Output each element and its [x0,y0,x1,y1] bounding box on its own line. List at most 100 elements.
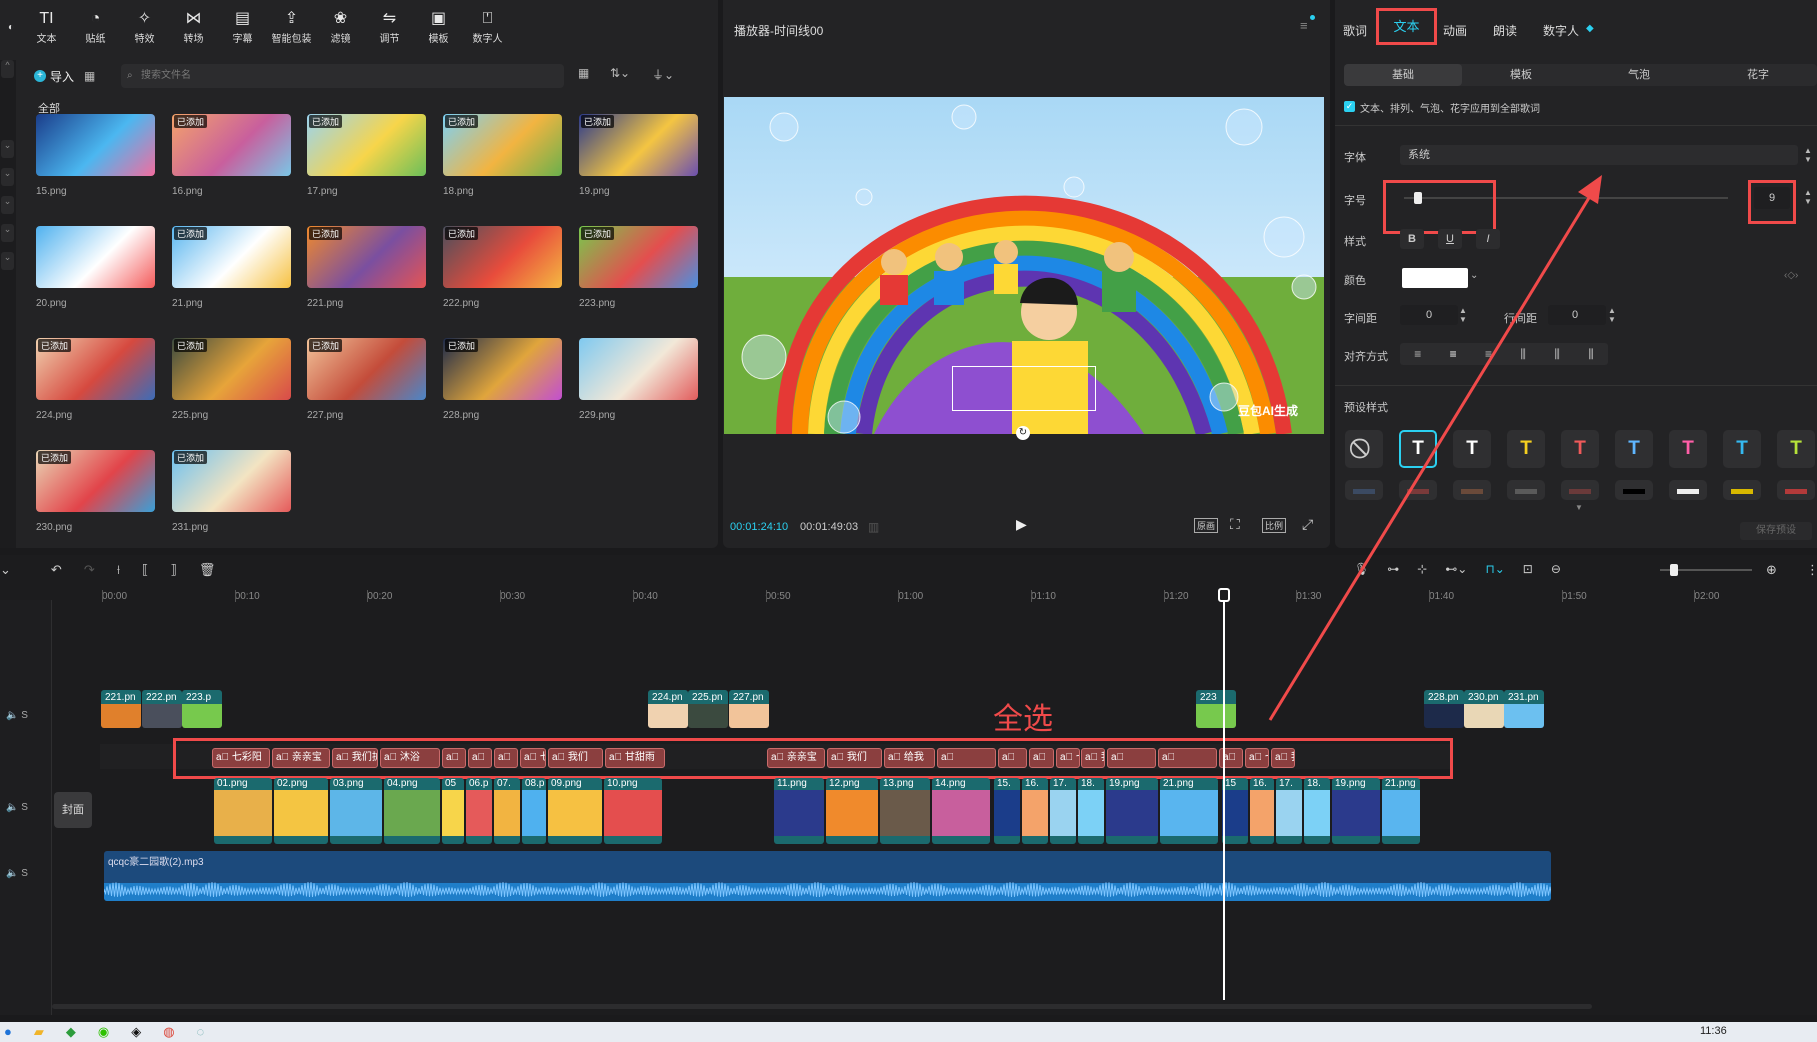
toolbar-item[interactable]: ◔ 贴纸 [71,0,120,54]
zoom-in-icon[interactable]: ⊕ [1766,562,1777,578]
media-thumbnail[interactable] [36,226,155,288]
toolbar-item[interactable]: ▤ 字幕 [218,0,267,54]
toolbar-edge-item[interactable]: ◐ [0,0,22,54]
preset-style-option[interactable] [1777,480,1815,500]
more-icon[interactable]: ⋮ [1806,562,1817,578]
media-thumbnail[interactable]: 已添加 [307,338,426,400]
search-input[interactable]: ⌕ 搜索文件名 [121,64,564,88]
media-thumbnail[interactable]: 已添加 [307,114,426,176]
horizontal-scrollbar[interactable] [52,1004,1592,1009]
app-icon[interactable]: ◆ [66,1024,76,1040]
chrome-icon[interactable]: ◍ [163,1024,174,1040]
toolbar-item[interactable]: ▣ 模板 [414,0,463,54]
grid-icon[interactable]: ▦ [84,69,95,83]
rotate-handle-icon[interactable]: ↻ [1016,426,1030,440]
track-s-label[interactable]: S [21,868,28,879]
zoom-slider-handle[interactable] [1670,564,1678,576]
preset-style-option[interactable]: T [1723,430,1761,468]
subtab-template[interactable]: 模板 [1462,64,1580,86]
preset-style-option[interactable]: T [1615,430,1653,468]
tab-text[interactable]: 文本 [1376,8,1437,45]
volume-icon[interactable]: 🔈 [6,710,18,721]
playhead[interactable] [1218,588,1230,1000]
toolbar-item[interactable]: ❀ 滤镜 [316,0,365,54]
split-icon[interactable]: ⟊ [117,562,120,578]
side-chevron-icon[interactable]: ⌄ [1,252,14,270]
volume-icon[interactable]: 🔈 [6,868,18,879]
font-stepper-icon[interactable]: ▲ ▼ [1804,146,1812,164]
filter-icon[interactable]: ⏚⌄ [652,66,674,83]
preset-style-option[interactable] [1723,480,1761,500]
undo-icon[interactable]: ↶ [51,562,62,578]
subtab-basic[interactable]: 基础 [1344,64,1462,86]
preset-style-option[interactable]: T [1669,430,1707,468]
original-quality-button[interactable]: 原画 [1194,518,1219,533]
wechat-icon[interactable]: ◉ [98,1024,109,1040]
media-thumbnail[interactable]: 已添加 [36,338,155,400]
split-left-icon[interactable]: ⟦ [142,562,148,578]
folder-icon[interactable]: ▰ [34,1024,44,1040]
cover-button[interactable]: 封面 [54,792,92,828]
media-thumbnail[interactable]: 已添加 [172,114,291,176]
playhead-handle[interactable] [1218,588,1230,602]
toolbar-item[interactable]: ⋈ 转场 [169,0,218,54]
tab-digital-human[interactable]: 数字人 [1543,22,1579,39]
media-thumbnail[interactable]: 已添加 [443,114,562,176]
toolbar-item[interactable]: ✧ 特效 [120,0,169,54]
media-thumbnail[interactable]: 已添加 [579,114,698,176]
media-thumbnail[interactable]: 已添加 [443,338,562,400]
media-thumbnail[interactable]: 已添加 [172,338,291,400]
play-button[interactable]: ▶ [1016,516,1027,533]
media-thumbnail[interactable]: 已添加 [443,226,562,288]
media-thumbnail[interactable] [579,338,698,400]
toolbar-item[interactable]: ⇪ 智能包装 [267,0,316,54]
subtab-flower-text[interactable]: 花字 [1699,64,1817,86]
side-chevron-icon[interactable]: ⌄ [1,224,14,242]
redo-icon[interactable]: ↷ [84,562,95,578]
dropdown-icon[interactable]: ⌄ [0,562,11,578]
toolbar-item[interactable]: TI 文本 [22,0,71,54]
media-thumbnail[interactable]: 已添加 [36,450,155,512]
apply-all-checkbox[interactable]: ✓ [1344,101,1355,112]
collapse-icon[interactable]: ^ [1,60,14,78]
media-thumbnail[interactable]: 已添加 [172,226,291,288]
windows-start-icon[interactable]: ● [4,1024,12,1040]
track-s-label[interactable]: S [21,710,28,721]
media-thumbnail[interactable]: 已添加 [579,226,698,288]
size-stepper-icon[interactable]: ▲ ▼ [1804,188,1812,206]
toolbar-item[interactable]: ⇋ 调节 [365,0,414,54]
media-thumbnail[interactable] [36,114,155,176]
app-icon[interactable]: ◌ [197,1024,205,1040]
side-chevron-icon[interactable]: ⌄ [1,140,14,158]
side-chevron-icon[interactable]: ⌄ [1,168,14,186]
keyframe-icon[interactable]: ‹◇› [1784,270,1798,281]
volume-icon[interactable]: 🔈 [6,802,18,813]
track-s-label[interactable]: S [21,802,28,813]
audio-clip[interactable]: qcqc豪二园歌(2).mp3 [104,851,1551,901]
save-preset-button[interactable]: 保存预设 [1740,522,1812,540]
tab-lyrics[interactable]: 歌词 [1343,22,1367,39]
sort-icon[interactable]: ⇅⌄ [610,66,630,80]
preset-style-option[interactable]: T [1777,430,1815,468]
import-button[interactable]: + 导入 ▦ [34,66,95,86]
tab-read-aloud[interactable]: 朗读 [1493,22,1517,39]
screenshot-icon[interactable]: ⛶ [1230,516,1240,533]
subtab-bubble[interactable]: 气泡 [1580,64,1698,86]
media-thumbnail[interactable]: 已添加 [172,450,291,512]
side-chevron-icon[interactable]: ⌄ [1,196,14,214]
media-filename: 229.png [579,410,616,421]
split-right-icon[interactable]: ⟧ [170,562,176,578]
delete-icon[interactable]: 🗑 [199,562,216,578]
preset-style-option[interactable] [1669,480,1707,500]
media-thumbnail[interactable]: 已添加 [307,226,426,288]
zoom-slider[interactable] [1660,564,1752,576]
capcut-icon[interactable]: ◈ [131,1024,141,1040]
tab-animation[interactable]: 动画 [1443,22,1467,39]
menu-icon[interactable]: ≡ [1300,18,1308,33]
text-selection-box[interactable] [952,366,1096,411]
timeline-grid-icon[interactable]: ▥ [868,520,879,534]
toolbar-item[interactable]: ⍞ 数字人 [463,0,512,54]
view-toggle-icon[interactable]: ▦ [578,66,589,80]
preset-style-option[interactable] [1615,480,1653,500]
font-select[interactable]: 系统 [1400,145,1798,165]
